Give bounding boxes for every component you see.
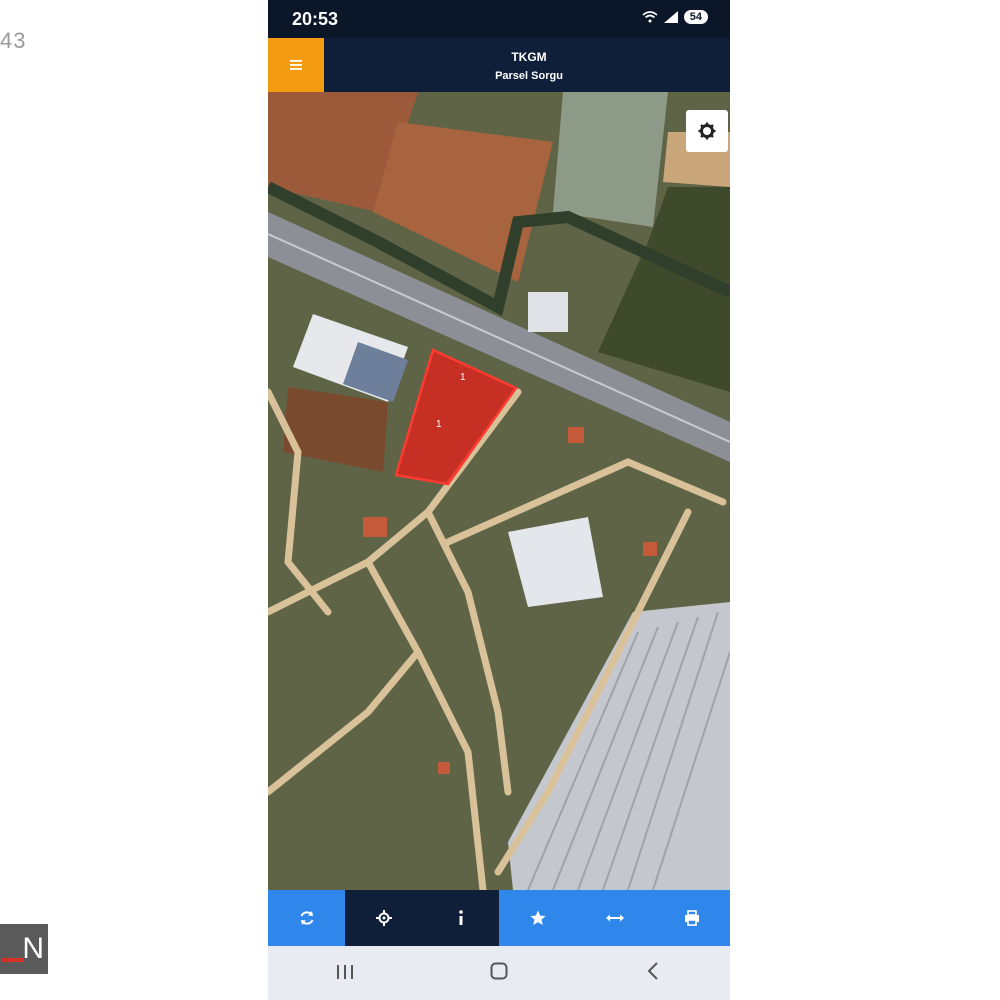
- app-title: TKGM: [511, 50, 547, 64]
- back-button[interactable]: [623, 960, 683, 986]
- recent-apps-icon: [337, 965, 353, 979]
- info-button[interactable]: [422, 890, 499, 946]
- parcel-label-1: 1: [460, 372, 466, 383]
- watermark-logo: N: [0, 924, 48, 974]
- refresh-button[interactable]: [268, 890, 345, 946]
- phone-screen: 20:53 54 TKGM Parsel Sorgu 1 1: [268, 0, 730, 1000]
- corner-text: 43: [0, 28, 27, 53]
- refresh-icon: [300, 911, 313, 925]
- info-icon: [458, 910, 463, 925]
- recent-apps-button[interactable]: [315, 960, 375, 986]
- house-roof-4: [438, 762, 450, 774]
- battery-badge: 54: [683, 10, 708, 24]
- menu-icon: [290, 60, 302, 70]
- house-roof-3: [643, 542, 657, 556]
- watermark-text: N: [22, 932, 44, 965]
- print-icon: [684, 910, 699, 926]
- locate-icon: [375, 910, 392, 926]
- settings-button[interactable]: [686, 110, 728, 152]
- favorite-button[interactable]: [499, 890, 576, 946]
- app-header: TKGM Parsel Sorgu: [268, 38, 730, 92]
- locate-button[interactable]: [345, 890, 422, 946]
- hamburger-menu-button[interactable]: [268, 38, 324, 92]
- signal-icon: [663, 11, 678, 23]
- wifi-icon: [642, 11, 658, 23]
- measure-button[interactable]: [576, 890, 653, 946]
- home-button[interactable]: [469, 960, 529, 986]
- house-roof-2: [363, 517, 387, 537]
- star-icon: [529, 910, 546, 925]
- status-icons: 54: [642, 10, 708, 24]
- field-greenhouse: [553, 92, 668, 227]
- gear-icon: [698, 122, 716, 140]
- building-small: [528, 292, 568, 332]
- home-icon: [490, 962, 508, 980]
- map-toolbar: [268, 890, 730, 946]
- app-subtitle: Parsel Sorgu: [495, 70, 563, 82]
- watermark-stripe: [2, 958, 24, 962]
- satellite-map[interactable]: 1 1: [268, 92, 730, 890]
- house-roof-1: [568, 427, 584, 443]
- parcel-label-2: 1: [436, 419, 442, 430]
- measure-icon: [605, 914, 624, 922]
- back-icon: [647, 962, 658, 980]
- status-time: 20:53: [292, 9, 339, 29]
- system-nav-bar: [268, 946, 730, 1000]
- print-button[interactable]: [653, 890, 730, 946]
- status-bar: 20:53 54: [268, 0, 730, 38]
